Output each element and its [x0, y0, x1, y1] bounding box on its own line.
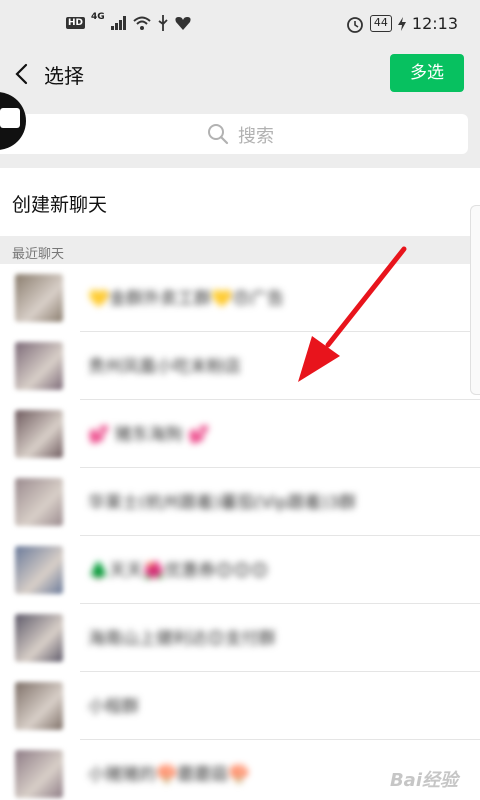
- clock: 12:13: [411, 14, 458, 33]
- chat-avatar: [15, 342, 63, 390]
- heart-icon: [175, 17, 191, 30]
- chat-item[interactable]: 💕 猪东海狗 💕: [0, 400, 480, 468]
- search-bar[interactable]: 搜索: [0, 114, 468, 154]
- chat-avatar: [15, 614, 63, 662]
- chat-name: 💛金群外卖工群💛😠广告: [88, 289, 285, 309]
- chat-name: 小程群: [88, 697, 139, 717]
- chat-item[interactable]: 小程群: [0, 672, 480, 740]
- chat-avatar: [15, 750, 63, 798]
- chat-name: 华莱士(杭州跟着)蕃茄(Vip跟着)3群: [88, 493, 357, 513]
- status-right: 44 12:13: [346, 14, 458, 33]
- create-new-chat-row[interactable]: 创建新聊天: [0, 168, 480, 236]
- chat-avatar: [15, 546, 63, 594]
- battery-level: 44: [369, 15, 392, 32]
- chat-avatar: [15, 274, 63, 322]
- chat-name: 小猪猪的🍄蘑蘑菇🍄: [88, 765, 250, 785]
- network-label: 4G: [91, 12, 105, 22]
- wifi-icon: [133, 16, 151, 30]
- recent-chats-header: 最近聊天: [0, 236, 480, 264]
- chat-avatar: [15, 478, 63, 526]
- recent-chats-label: 最近聊天: [12, 247, 65, 262]
- status-bar: HD 4G 44 12:13: [0, 0, 480, 48]
- chat-item[interactable]: 🌲天天🌺优惠券😊😊😊: [0, 536, 480, 604]
- usb-icon: [158, 15, 168, 31]
- signal-icon: [110, 16, 126, 30]
- search-icon: [208, 124, 229, 145]
- multi-select-button[interactable]: 多选: [390, 54, 464, 92]
- create-new-chat-label: 创建新聊天: [12, 194, 108, 216]
- chat-item[interactable]: 华莱士(杭州跟着)蕃茄(Vip跟着)3群: [0, 468, 480, 536]
- page-title: 选择: [44, 64, 84, 88]
- chat-avatar: [15, 682, 63, 730]
- back-arrow-icon[interactable]: [12, 62, 32, 86]
- chat-item[interactable]: 海南山上健利达😊支付群: [0, 604, 480, 672]
- watermark: Bai经验: [389, 770, 458, 791]
- puzzle-icon: [0, 108, 20, 128]
- top-bar: 选择 多选: [0, 48, 480, 100]
- search-placeholder: 搜索: [238, 126, 274, 147]
- recent-chat-list: 💛金群外卖工群💛😠广告 贵州凤凰小吃末粉店 💕 猪东海狗 💕 华莱士(杭州跟着)…: [0, 264, 480, 800]
- alarm-icon: [346, 16, 363, 33]
- chat-avatar: [15, 410, 63, 458]
- status-left: HD 4G: [66, 12, 191, 31]
- charging-icon: [397, 16, 406, 31]
- hd-icon: HD: [66, 17, 86, 29]
- chat-name: 贵州凤凰小吃末粉店: [88, 357, 241, 377]
- chat-item[interactable]: 贵州凤凰小吃末粉店: [0, 332, 480, 400]
- index-scrollbar[interactable]: [470, 205, 480, 395]
- chat-name: 🌲天天🌺优惠券😊😊😊: [88, 561, 269, 581]
- chat-item[interactable]: 💛金群外卖工群💛😠广告: [0, 264, 480, 332]
- chat-name: 海南山上健利达😊支付群: [88, 629, 276, 649]
- chat-name: 💕 猪东海狗 💕: [88, 425, 210, 445]
